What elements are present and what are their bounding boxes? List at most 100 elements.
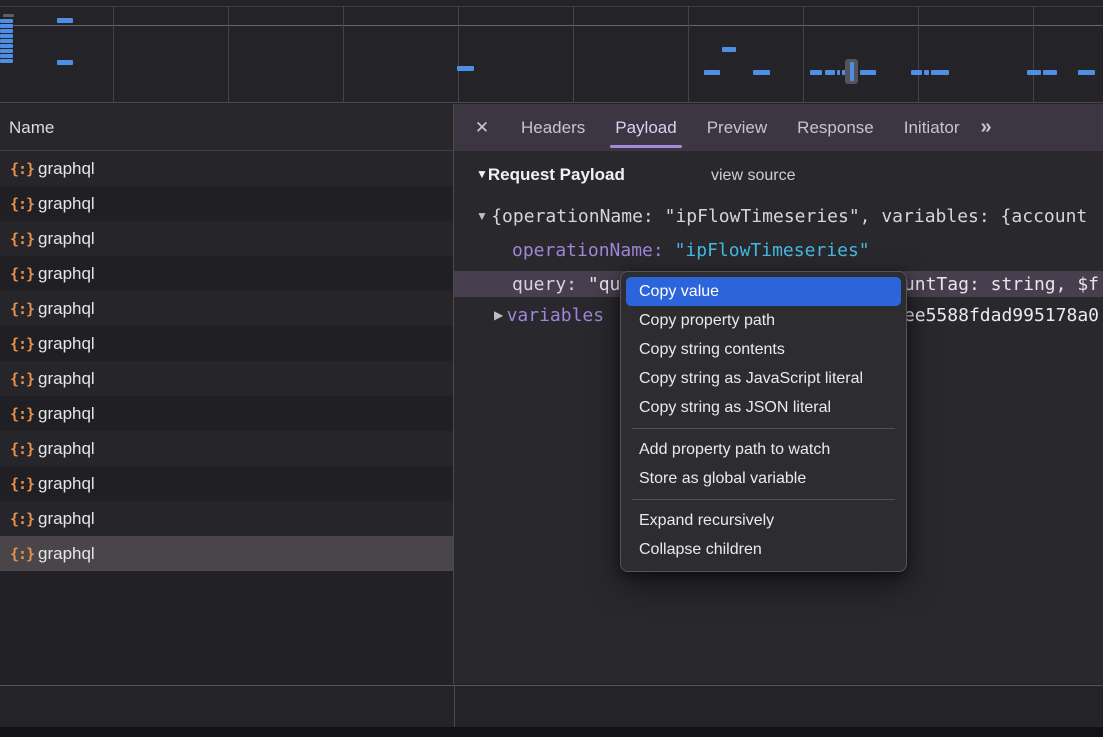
request-timing-bar[interactable]: [57, 60, 73, 65]
request-timing-bar[interactable]: [0, 49, 13, 53]
name-column-header[interactable]: Name: [0, 104, 453, 151]
network-overview[interactable]: [0, 0, 1103, 103]
request-timing-bar[interactable]: [911, 70, 922, 75]
overview-gridline: [113, 6, 114, 102]
request-timing-bar[interactable]: [825, 70, 835, 75]
request-row[interactable]: {:}graphql: [0, 466, 453, 501]
json-braces-icon: {:}: [10, 440, 38, 458]
request-row[interactable]: {:}graphql: [0, 431, 453, 466]
bottom-bar: [0, 727, 1103, 737]
menu-item-expand-recursively[interactable]: Expand recursively: [626, 506, 901, 535]
request-row[interactable]: {:}graphql: [0, 221, 453, 256]
request-timing-bar[interactable]: [1027, 70, 1041, 75]
menu-item-copy-value[interactable]: Copy value: [626, 277, 901, 306]
request-row[interactable]: {:}graphql: [0, 326, 453, 361]
request-row-selected[interactable]: {:}graphql: [0, 536, 453, 571]
request-name-label: graphql: [38, 299, 95, 319]
request-name-label: graphql: [38, 369, 95, 389]
tab-preview[interactable]: Preview: [692, 104, 782, 151]
main-split: Name {:}graphql{:}graphql{:}graphql{:}gr…: [0, 104, 1103, 684]
tab-response[interactable]: Response: [782, 104, 889, 151]
context-menu: Copy valueCopy property pathCopy string …: [620, 271, 907, 572]
request-row[interactable]: {:}graphql: [0, 361, 453, 396]
request-name-label: graphql: [38, 439, 95, 459]
requests-panel: Name {:}graphql{:}graphql{:}graphql{:}gr…: [0, 104, 454, 684]
json-braces-icon: {:}: [10, 300, 38, 318]
json-braces-icon: {:}: [10, 160, 38, 178]
request-timing-bar[interactable]: [0, 29, 13, 33]
property-value: "ipFlowTimeseries": [675, 240, 870, 261]
request-timing-bar[interactable]: [57, 18, 73, 23]
request-row[interactable]: {:}graphql: [0, 151, 453, 186]
property-key: query:: [512, 274, 588, 295]
request-timing-bar[interactable]: [860, 70, 876, 75]
overview-gridline: [918, 6, 919, 102]
request-timing-bar[interactable]: [0, 44, 13, 48]
json-braces-icon: {:}: [10, 475, 38, 493]
view-source-link[interactable]: view source: [711, 167, 795, 185]
json-braces-icon: {:}: [10, 545, 38, 563]
request-timing-bar[interactable]: [0, 39, 13, 43]
request-row[interactable]: {:}graphql: [0, 291, 453, 326]
more-tabs-icon[interactable]: »: [980, 116, 991, 139]
property-value-start: "qu: [588, 274, 621, 295]
tree-operationname-row[interactable]: operationName: "ipFlowTimeseries": [454, 236, 1103, 264]
request-row[interactable]: {:}graphql: [0, 256, 453, 291]
expanded-triangle-icon[interactable]: ▼: [476, 209, 491, 223]
close-icon[interactable]: ✕: [472, 118, 492, 138]
overview-gridline: [343, 6, 344, 102]
request-timing-bar[interactable]: [0, 54, 13, 58]
tab-headers[interactable]: Headers: [506, 104, 600, 151]
overview-gridline: [458, 6, 459, 102]
menu-item-add-property-path-to-watch[interactable]: Add property path to watch: [626, 435, 901, 464]
overview-gridline: [573, 6, 574, 102]
request-row[interactable]: {:}graphql: [0, 501, 453, 536]
menu-item-collapse-children[interactable]: Collapse children: [626, 535, 901, 564]
request-timing-bar[interactable]: [0, 19, 13, 23]
request-rows: {:}graphql{:}graphql{:}graphql{:}graphql…: [0, 151, 453, 571]
request-timing-bar[interactable]: [753, 70, 770, 75]
panel-divider: [454, 686, 455, 727]
request-name-label: graphql: [38, 509, 95, 529]
selected-request-marker[interactable]: [845, 59, 858, 84]
request-timing-bar[interactable]: [3, 14, 14, 17]
menu-item-copy-string-contents[interactable]: Copy string contents: [626, 335, 901, 364]
tree-root-row[interactable]: ▼ {operationName: "ipFlowTimeseries", va…: [454, 201, 1103, 231]
json-braces-icon: {:}: [10, 195, 38, 213]
request-timing-bar[interactable]: [1043, 70, 1057, 75]
request-name-label: graphql: [38, 334, 95, 354]
request-timing-bar[interactable]: [837, 70, 840, 75]
root-preview-text: {operationName: "ipFlowTimeseries", vari…: [491, 206, 1087, 227]
request-timing-bar[interactable]: [924, 70, 929, 75]
overview-gridline: [803, 6, 804, 102]
menu-item-copy-string-as-javascript-literal[interactable]: Copy string as JavaScript literal: [626, 364, 901, 393]
request-name-label: graphql: [38, 404, 95, 424]
menu-item-copy-string-as-json-literal[interactable]: Copy string as JSON literal: [626, 393, 901, 422]
request-name-label: graphql: [38, 264, 95, 284]
request-timing-bar[interactable]: [722, 47, 736, 52]
request-timing-bar[interactable]: [0, 59, 13, 63]
tab-initiator[interactable]: Initiator: [889, 104, 975, 151]
json-braces-icon: {:}: [10, 510, 38, 528]
property-value-clipped-end: untTag: string, $f: [904, 271, 1099, 297]
screenshot-stage: Name {:}graphql{:}graphql{:}graphql{:}gr…: [0, 0, 1110, 740]
request-timing-bar[interactable]: [931, 70, 949, 75]
request-name-label: graphql: [38, 474, 95, 494]
request-timing-bar[interactable]: [0, 24, 13, 28]
request-timing-bar[interactable]: [457, 66, 474, 71]
menu-item-store-as-global-variable[interactable]: Store as global variable: [626, 464, 901, 493]
request-row[interactable]: {:}graphql: [0, 186, 453, 221]
json-braces-icon: {:}: [10, 370, 38, 388]
request-timing-bar[interactable]: [704, 70, 720, 75]
request-name-label: graphql: [38, 229, 95, 249]
request-payload-section-header[interactable]: ▼Request Payload: [476, 165, 625, 185]
detail-tabs: HeadersPayloadPreviewResponseInitiator: [506, 104, 974, 151]
request-row[interactable]: {:}graphql: [0, 396, 453, 431]
json-braces-icon: {:}: [10, 230, 38, 248]
tab-payload[interactable]: Payload: [600, 104, 691, 151]
request-timing-bar[interactable]: [810, 70, 822, 75]
request-timing-bar[interactable]: [1078, 70, 1095, 75]
collapsed-triangle-icon[interactable]: ▶: [494, 308, 507, 322]
request-timing-bar[interactable]: [0, 34, 13, 38]
menu-item-copy-property-path[interactable]: Copy property path: [626, 306, 901, 335]
